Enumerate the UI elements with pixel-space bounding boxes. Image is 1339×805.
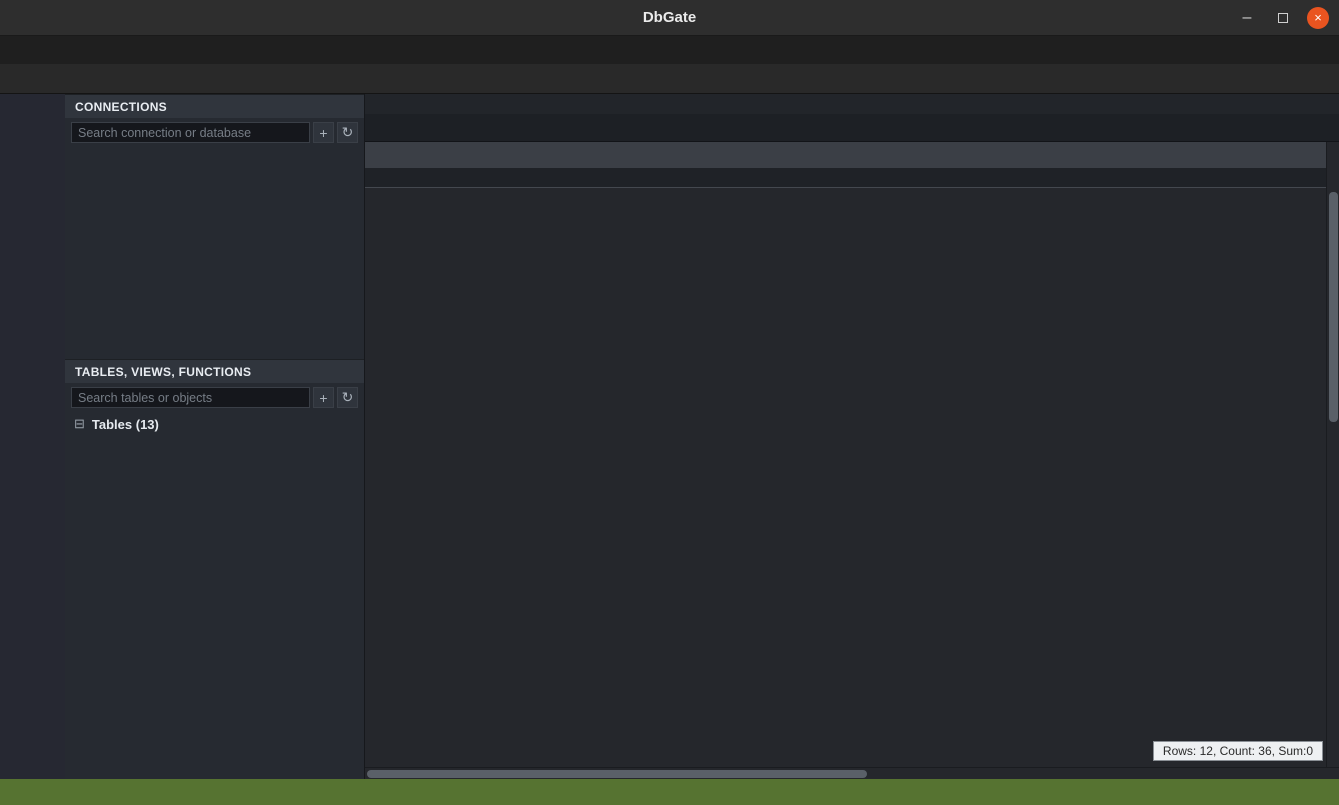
tables-list: [65, 436, 364, 779]
status-bar: [0, 779, 1339, 805]
close-button[interactable]: ×: [1307, 7, 1329, 29]
dbgate-window: DbGate – × CONNECTIONS + ↻ TABLES, VIEWS…: [0, 0, 1339, 805]
menubar: [0, 36, 1339, 64]
window-controls: – ×: [1235, 6, 1339, 30]
vertical-scrollbar[interactable]: [1326, 142, 1339, 767]
add-table-small-button[interactable]: +: [313, 387, 334, 408]
tables-search-input[interactable]: [71, 387, 310, 408]
connections-title: CONNECTIONS: [75, 100, 167, 114]
maximize-button[interactable]: [1271, 6, 1295, 30]
tables-group-row[interactable]: ⊟ Tables (13): [65, 412, 364, 436]
data-grid: Rows: 12, Count: 36, Sum:0: [365, 142, 1339, 779]
grid-filter-row: [365, 168, 1339, 188]
activity-bar: [0, 94, 65, 779]
collapse-icon[interactable]: ⊟: [74, 416, 85, 432]
vertical-scrollbar-thumb[interactable]: [1329, 192, 1338, 422]
content-area: Rows: 12, Count: 36, Sum:0: [365, 94, 1339, 779]
window-title: DbGate: [0, 9, 1339, 26]
grid-header-row: [365, 142, 1339, 168]
titlebar: DbGate – ×: [0, 0, 1339, 36]
refresh-connections-button[interactable]: ↻: [337, 122, 358, 143]
horizontal-scrollbar[interactable]: [365, 767, 1339, 779]
main-area: CONNECTIONS + ↻ TABLES, VIEWS, FUNCTIONS…: [0, 94, 1339, 779]
tables-group-label: Tables (13): [92, 417, 159, 432]
maximize-icon: [1278, 13, 1288, 23]
connections-search-row: + ↻: [65, 118, 364, 147]
horizontal-scrollbar-thumb[interactable]: [367, 770, 867, 778]
connections-header: CONNECTIONS: [65, 94, 364, 118]
side-panel: CONNECTIONS + ↻ TABLES, VIEWS, FUNCTIONS…: [65, 94, 365, 779]
connections-search-input[interactable]: [71, 122, 310, 143]
database-tab-groups: [365, 94, 1339, 114]
add-connection-small-button[interactable]: +: [313, 122, 334, 143]
tab-bar: [365, 114, 1339, 142]
connections-list: [65, 147, 364, 359]
refresh-tables-button[interactable]: ↻: [337, 387, 358, 408]
tables-title: TABLES, VIEWS, FUNCTIONS: [75, 365, 251, 379]
tables-header: TABLES, VIEWS, FUNCTIONS: [65, 359, 364, 383]
toolbar: [0, 64, 1339, 94]
minimize-button[interactable]: –: [1235, 6, 1259, 30]
selection-stats-overlay: Rows: 12, Count: 36, Sum:0: [1153, 741, 1323, 761]
tables-search-row: + ↻: [65, 383, 364, 412]
